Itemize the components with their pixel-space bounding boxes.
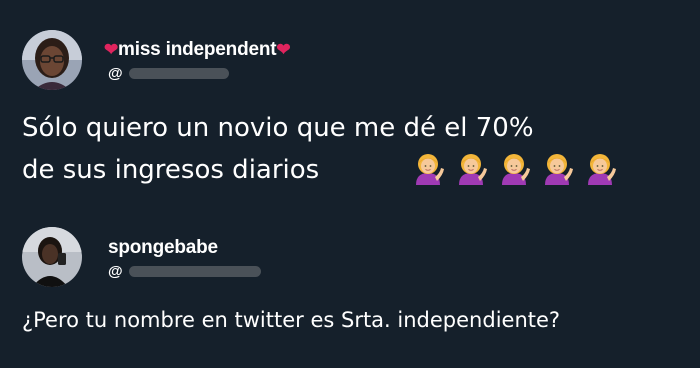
woman-tipping-hand-icon (502, 154, 530, 185)
display-name[interactable]: ❤miss independent❤ (104, 39, 291, 61)
handle[interactable]: @ (108, 65, 229, 82)
handle-prefix: @ (108, 65, 123, 82)
display-name[interactable]: spongebabe (108, 237, 218, 259)
tweet-text-line1: Sólo quiero un novio que me dé el 70% (22, 113, 534, 143)
tweet-spongebabe: spongebabe @ ¿Pero tu nombre en twitter … (0, 210, 700, 368)
redacted-handle (128, 266, 261, 277)
handle[interactable]: @ (108, 263, 261, 280)
display-name-text: miss independent (118, 39, 277, 60)
woman-tipping-hand-icon (459, 154, 487, 185)
woman-tipping-hand-icon (545, 154, 573, 185)
avatar[interactable] (22, 227, 82, 287)
emoji-row (410, 151, 618, 187)
heart-icon: ❤ (104, 40, 119, 59)
avatar[interactable] (22, 30, 82, 90)
tweet-miss-independent: ❤miss independent❤ @ Sólo quiero un novi… (0, 0, 700, 210)
heart-icon: ❤ (276, 40, 291, 59)
display-name-text: spongebabe (108, 237, 218, 258)
woman-tipping-hand-icon (588, 154, 616, 185)
woman-tipping-hand-icon (416, 154, 444, 185)
handle-prefix: @ (108, 263, 123, 280)
tweet-text: ¿Pero tu nombre en twitter es Srta. inde… (22, 308, 561, 332)
tweet-text-line2: de sus ingresos diarios (22, 155, 320, 185)
redacted-handle (128, 68, 229, 79)
